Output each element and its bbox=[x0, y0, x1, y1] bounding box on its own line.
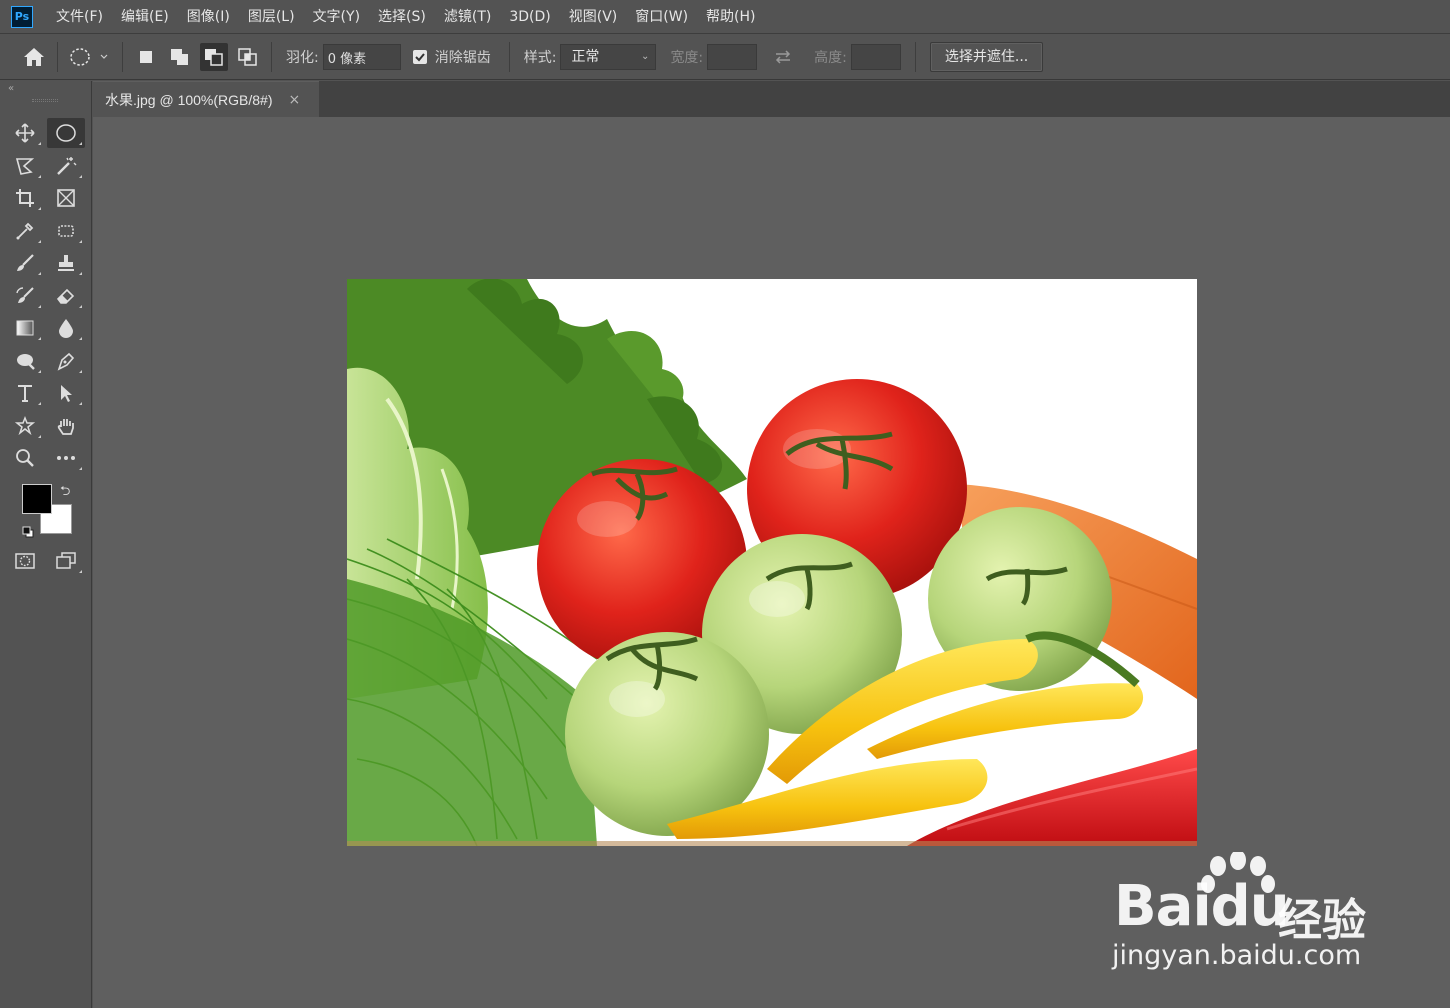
height-label: 高度: bbox=[814, 50, 847, 66]
new-selection-icon[interactable] bbox=[132, 43, 160, 71]
divider bbox=[57, 42, 58, 72]
menu-file[interactable]: 文件(F) bbox=[47, 0, 112, 34]
antialias-label: 消除锯齿 bbox=[434, 50, 491, 66]
menu-window[interactable]: 窗口(W) bbox=[626, 0, 697, 34]
quick-mask-icon[interactable] bbox=[6, 546, 44, 576]
add-to-selection-icon[interactable] bbox=[166, 43, 194, 71]
menu-select[interactable]: 选择(S) bbox=[369, 0, 435, 34]
frame-tool-icon[interactable] bbox=[47, 183, 85, 213]
swap-colors-icon[interactable]: ⮌ bbox=[60, 482, 70, 504]
baidu-jingyan-watermark: Baidu 经验 jingyan.baidu.com bbox=[1110, 850, 1440, 980]
style-select-value: 正常 bbox=[571, 49, 600, 65]
move-tool-icon[interactable] bbox=[6, 118, 44, 148]
divider bbox=[914, 42, 916, 72]
divider bbox=[508, 42, 510, 72]
select-and-mask-button[interactable]: 选择并遮住... bbox=[929, 42, 1044, 72]
feather-input[interactable] bbox=[322, 44, 401, 70]
menu-filter[interactable]: 滤镜(T) bbox=[435, 0, 500, 34]
watermark-url: jingyan.baidu.com bbox=[1112, 940, 1362, 971]
foreground-color-swatch[interactable] bbox=[22, 484, 52, 514]
menu-3d[interactable]: 3D(D) bbox=[500, 0, 559, 34]
menu-view[interactable]: 视图(V) bbox=[560, 0, 627, 34]
history-brush-tool-icon[interactable] bbox=[6, 281, 44, 311]
menu-edit[interactable]: 编辑(E) bbox=[112, 0, 178, 34]
feather-label: 羽化: bbox=[286, 50, 319, 66]
gradient-tool-icon[interactable] bbox=[6, 313, 44, 343]
menu-layer[interactable]: 图层(L) bbox=[239, 0, 304, 34]
screen-mode-icon[interactable] bbox=[47, 546, 85, 576]
watermark-jingyan: 经验 bbox=[1278, 895, 1366, 946]
photoshop-logo: Ps bbox=[11, 5, 33, 28]
style-select[interactable]: 正常 ⌄ bbox=[560, 44, 657, 70]
width-label: 宽度: bbox=[670, 50, 704, 66]
collapse-icon[interactable]: « bbox=[8, 83, 14, 94]
document-image[interactable] bbox=[347, 279, 1197, 846]
dodge-tool-icon[interactable] bbox=[6, 346, 44, 376]
antialias-checkbox[interactable] bbox=[412, 50, 427, 64]
menu-help[interactable]: 帮助(H) bbox=[697, 0, 764, 34]
document-tab[interactable]: 水果.jpg @ 100%(RGB/8#) × bbox=[93, 81, 319, 117]
eyedropper-tool-icon[interactable] bbox=[6, 216, 44, 246]
document-tab-title: 水果.jpg @ 100%(RGB/8#) bbox=[105, 91, 273, 108]
menu-bar: Ps 文件(F) 编辑(E) 图像(I) 图层(L) 文字(Y) 选择(S) 滤… bbox=[0, 0, 1450, 34]
intersect-selection-icon[interactable] bbox=[234, 43, 262, 71]
divider bbox=[271, 42, 272, 72]
panel-grip[interactable] bbox=[32, 99, 58, 102]
watermark-brand-du: du bbox=[1210, 874, 1290, 939]
eraser-tool-icon[interactable] bbox=[47, 281, 85, 311]
path-selection-tool-icon[interactable] bbox=[47, 378, 85, 408]
crop-tool-icon[interactable] bbox=[6, 183, 44, 213]
options-bar: 羽化: 消除锯齿 样式: 正常 ⌄ 宽度: 高度: 选择并遮住... bbox=[0, 35, 1450, 80]
elliptical-marquee-preset-icon[interactable] bbox=[67, 43, 113, 71]
style-label: 样式: bbox=[523, 50, 557, 66]
close-icon[interactable]: × bbox=[289, 92, 301, 108]
polygonal-lasso-tool-icon[interactable] bbox=[6, 151, 44, 181]
spot-healing-brush-tool-icon[interactable] bbox=[47, 216, 85, 246]
brush-tool-icon[interactable] bbox=[6, 248, 44, 278]
subtract-from-selection-icon[interactable] bbox=[200, 43, 228, 71]
width-input[interactable] bbox=[707, 44, 758, 70]
magic-wand-tool-icon[interactable] bbox=[47, 151, 85, 181]
elliptical-marquee-tool-icon[interactable] bbox=[47, 118, 85, 148]
height-input[interactable] bbox=[850, 44, 901, 70]
type-tool-icon[interactable] bbox=[6, 378, 44, 408]
more-tools-icon[interactable] bbox=[47, 443, 85, 473]
menu-type[interactable]: 文字(Y) bbox=[304, 0, 369, 34]
custom-shape-tool-icon[interactable] bbox=[6, 411, 44, 441]
blur-tool-icon[interactable] bbox=[47, 313, 85, 343]
zoom-tool-icon[interactable] bbox=[6, 443, 44, 473]
watermark-brand-bai: Bai bbox=[1114, 874, 1212, 939]
hand-tool-icon[interactable] bbox=[47, 411, 85, 441]
swap-width-height-icon[interactable] bbox=[769, 43, 797, 71]
watermark-brand: Baidu bbox=[1114, 874, 1290, 939]
menu-image[interactable]: 图像(I) bbox=[178, 0, 239, 34]
home-icon[interactable] bbox=[20, 43, 48, 71]
document-tab-bar: 水果.jpg @ 100%(RGB/8#) × bbox=[93, 81, 1450, 117]
chevron-down-icon: ⌄ bbox=[641, 51, 650, 62]
default-colors-icon[interactable] bbox=[22, 523, 34, 538]
clone-stamp-tool-icon[interactable] bbox=[47, 248, 85, 278]
divider bbox=[122, 42, 123, 72]
tools-panel: « ⮌ bbox=[0, 81, 92, 1008]
pen-tool-icon[interactable] bbox=[47, 346, 85, 376]
vegetables-photo bbox=[347, 279, 1197, 846]
